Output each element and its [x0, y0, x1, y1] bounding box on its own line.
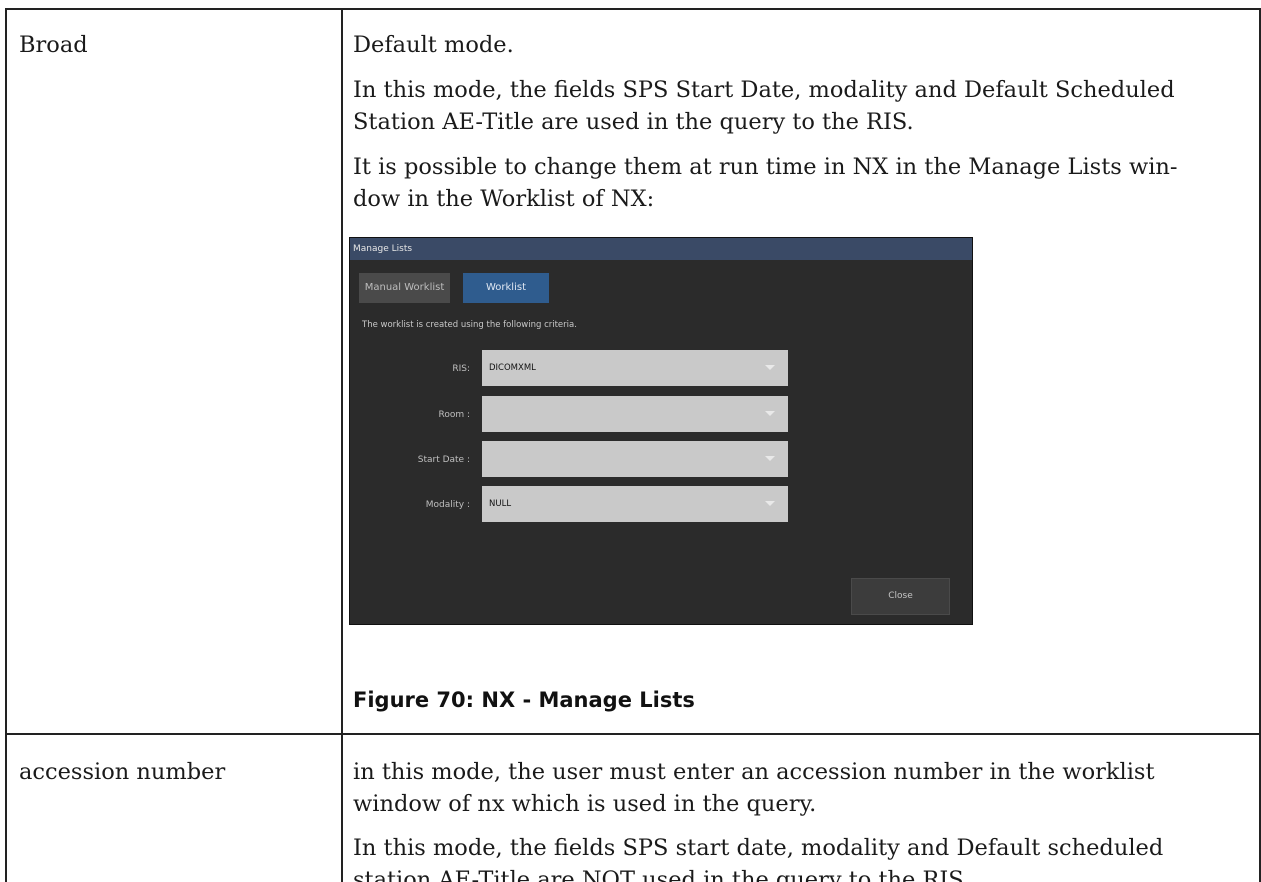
row-desc-line: In this mode, the fields SPS Start Date,… [353, 77, 1175, 103]
ris-label: RIS: [452, 364, 470, 374]
table-row-divider [5, 733, 1261, 735]
chevron-down-icon [765, 365, 775, 370]
room-label: Room : [438, 410, 470, 420]
close-button[interactable]: Close [851, 578, 950, 615]
window-title: Manage Lists [350, 238, 972, 260]
row-desc-line: Default mode. [353, 32, 514, 58]
row-desc-line: station AE-Title are NOT used in the que… [353, 867, 971, 882]
row-desc-line: It is possible to change them at run tim… [353, 154, 1178, 180]
ris-select[interactable]: DICOMXML [482, 350, 788, 386]
modality-value: NULL [489, 499, 512, 509]
chevron-down-icon [765, 501, 775, 506]
room-select[interactable] [482, 396, 788, 432]
figure-caption: Figure 70: NX - Manage Lists [353, 688, 695, 712]
modality-select[interactable]: NULL [482, 486, 788, 522]
row-desc-line: dow in the Worklist of NX: [353, 186, 655, 212]
criteria-info-text: The worklist is created using the follow… [362, 320, 577, 330]
table-column-divider [341, 8, 343, 882]
row-desc-line: in this mode, the user must enter an acc… [353, 759, 1155, 785]
chevron-down-icon [765, 411, 775, 416]
ris-value: DICOMXML [489, 363, 536, 373]
mode-table: Broad Default mode. In this mode, the fi… [0, 0, 1261, 882]
row-desc-line: In this mode, the fields SPS start date,… [353, 835, 1164, 861]
tab-manual-worklist[interactable]: Manual Worklist [359, 273, 450, 303]
row-term-broad: Broad [19, 32, 88, 58]
manage-lists-screenshot: Manage Lists Manual Worklist Worklist Th… [349, 237, 973, 625]
start-date-label: Start Date : [417, 455, 470, 465]
row-term-accession-number: accession number [19, 759, 226, 785]
table-top-border [5, 8, 1261, 10]
chevron-down-icon [765, 456, 775, 461]
row-desc-line: window of nx which is used in the query. [353, 791, 817, 817]
row-desc-line: Station AE-Title are used in the query t… [353, 109, 914, 135]
modality-label: Modality : [425, 500, 470, 510]
tab-worklist[interactable]: Worklist [463, 273, 549, 303]
table-left-border [5, 8, 7, 882]
start-date-select[interactable] [482, 441, 788, 477]
